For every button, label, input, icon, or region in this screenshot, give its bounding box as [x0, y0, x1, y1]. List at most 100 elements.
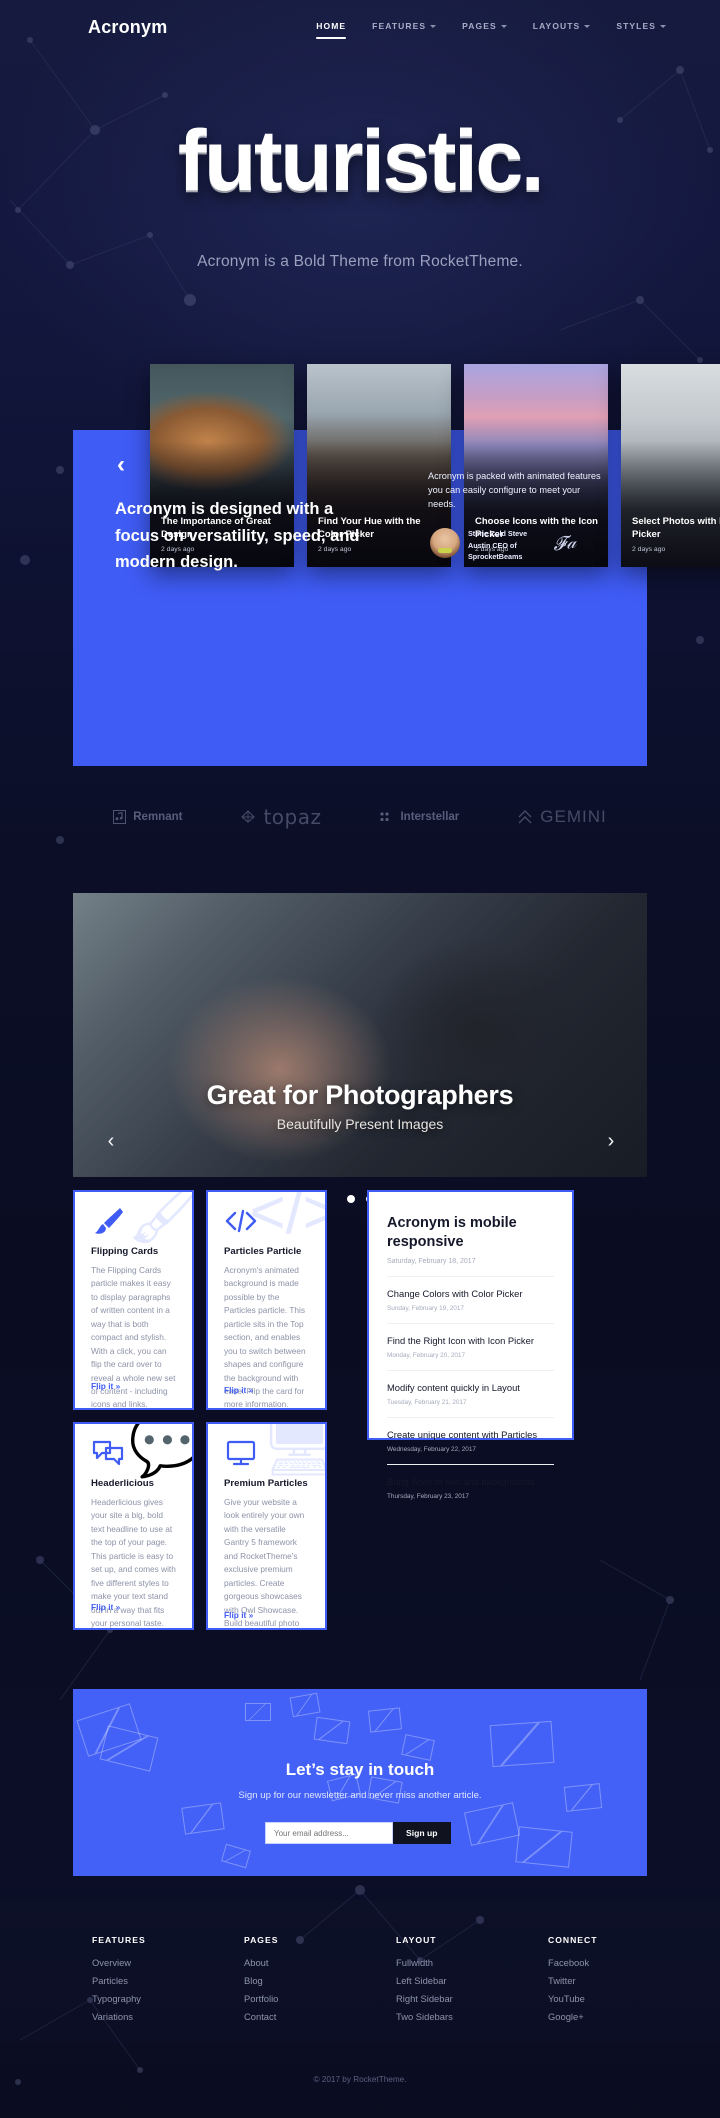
panel-body-text: Acronym is packed with animated features… — [428, 471, 601, 509]
news-item[interactable]: Find the Right Icon with Icon Picker Mon… — [387, 1323, 554, 1359]
flip-link[interactable]: Flip it » — [91, 1602, 120, 1612]
avatar — [430, 528, 460, 558]
nav-item-home[interactable]: HOME — [316, 21, 347, 39]
ghost-code-icon: </> — [249, 1190, 325, 1247]
signup-button[interactable]: Sign up — [393, 1822, 451, 1844]
envelope-icon — [289, 1692, 321, 1718]
chevrons-up-icon — [518, 809, 532, 823]
feature-card-flipping-cards[interactable]: 🖌 Flipping Cards The Flipping Cards part… — [73, 1190, 194, 1410]
footer-link[interactable]: Two Sidebars — [396, 2011, 476, 2022]
news-item-title: Bring Style to text and backgrounds — [387, 1476, 536, 1488]
footer-heading: PAGES — [244, 1935, 279, 1945]
news-item[interactable]: Bring Style to text and backgrounds Thur… — [387, 1464, 554, 1500]
brand-name: GEMINI — [540, 807, 607, 826]
news-item-date: Sunday, February 19, 2017 — [387, 1305, 464, 1313]
footer-link[interactable]: Facebook — [548, 1957, 628, 1968]
footer-link[interactable]: Google+ — [548, 2011, 628, 2022]
footer-column-connect: CONNECT Facebook Twitter YouTube Google+ — [548, 1935, 628, 2029]
photo-showcase — [73, 893, 647, 1177]
site-footer: FEATURES Overview Particles Typography V… — [0, 1935, 720, 2029]
showcase-overlay — [73, 893, 647, 1177]
copyright: © 2017 by RocketTheme. — [313, 2075, 407, 2084]
brand-logo-row: Remnant topaz Interstellar GEMINI — [0, 805, 720, 829]
envelope-icon — [313, 1716, 351, 1745]
envelope-icon — [221, 1843, 251, 1869]
showcase-prev-arrow[interactable]: ‹ — [100, 1130, 122, 1152]
hero-subtitle: Acronym is a Bold Theme from RocketTheme… — [197, 253, 523, 270]
footer-link[interactable]: Typography — [92, 1993, 172, 2004]
news-item-date: Tuesday, February 21, 2017 — [387, 1399, 467, 1407]
footer-link[interactable]: Twitter — [548, 1975, 628, 1986]
feature-card-premium-particles[interactable]: 🖥 Premium Particles Give your website a … — [206, 1422, 327, 1630]
footer-link[interactable]: Contact — [244, 2011, 324, 2022]
flip-link[interactable]: Flip it » — [91, 1381, 120, 1391]
feature-card-headerlicious[interactable]: 💬 Headerlicious Headerlicious gives your… — [73, 1422, 194, 1630]
hero-title: futuristic. — [177, 113, 545, 209]
footer-heading: FEATURES — [92, 1935, 146, 1945]
showcase-prev-button[interactable]: ‹ — [106, 450, 136, 480]
news-item[interactable]: Change Colors with Color Picker Sunday, … — [387, 1276, 554, 1312]
news-item-date: Monday, February 20, 2017 — [387, 1352, 466, 1360]
balloon-icon — [241, 810, 256, 823]
nav-item-features[interactable]: FEATURES — [372, 21, 437, 31]
footer-column-layout: LAYOUT Fullwidth Left Sidebar Right Side… — [396, 1935, 476, 2029]
flip-link[interactable]: Flip it » — [224, 1610, 253, 1620]
news-item[interactable]: Create unique content with Particles Wed… — [387, 1417, 554, 1453]
feature-card-title: Particles Particle — [224, 1246, 302, 1257]
envelope-icon — [401, 1734, 435, 1761]
newsletter-title: Let’s stay in touch — [285, 1760, 435, 1779]
news-item[interactable]: Modify content quickly in Layout Tuesday… — [387, 1370, 554, 1406]
feature-card-title: Premium Particles — [224, 1478, 308, 1489]
news-lead-title[interactable]: Acronym is mobile responsive — [387, 1214, 554, 1251]
nav-item-layouts[interactable]: LAYOUTS — [533, 21, 591, 31]
showcase-title: Great for Photographers — [206, 1080, 514, 1110]
news-lead-date: Saturday, February 18, 2017 — [387, 1258, 476, 1266]
email-input[interactable] — [265, 1822, 393, 1844]
brand-logo-remnant[interactable]: Remnant — [113, 810, 182, 824]
panel-heading: Acronym is designed with a focus on vers… — [115, 500, 360, 572]
nav-label: LAYOUTS — [532, 21, 581, 31]
footer-link[interactable]: YouTube — [548, 1993, 628, 2004]
news-item-date: Thursday, February 23, 2017 — [387, 1493, 469, 1501]
news-item-title: Modify content quickly in Layout — [387, 1382, 520, 1394]
chevron-down-icon — [660, 24, 666, 28]
footer-link[interactable]: Variations — [92, 2011, 172, 2022]
nav-label: STYLES — [616, 21, 656, 31]
newsletter-form: Sign up — [265, 1822, 451, 1844]
speech-bubbles-icon — [92, 1440, 124, 1466]
monitor-icon — [226, 1440, 256, 1466]
feature-card-title: Headerlicious — [91, 1478, 154, 1489]
footer-link[interactable]: About — [244, 1957, 324, 1968]
footer-link[interactable]: Portfolio — [244, 1993, 324, 2004]
brand-logo-interstellar[interactable]: Interstellar — [379, 811, 459, 823]
brand-name: Interstellar — [400, 811, 460, 823]
footer-link[interactable]: Overview — [92, 1957, 172, 1968]
news-item-date: Wednesday, February 22, 2017 — [387, 1446, 476, 1454]
feature-card-particles-particle[interactable]: </> Particles Particle Acronym's animate… — [206, 1190, 327, 1410]
showcase-next-arrow[interactable]: › — [600, 1130, 622, 1152]
nav-item-styles[interactable]: STYLES — [616, 21, 666, 31]
brand-logo-gemini[interactable]: GEMINI — [517, 807, 606, 827]
envelope-icon — [515, 1826, 573, 1868]
ghost-brush-icon: 🖌 — [127, 1192, 192, 1244]
brand-logo-topaz[interactable]: topaz — [240, 805, 321, 829]
envelope-icon — [181, 1802, 225, 1835]
footer-link[interactable]: Fullwidth — [396, 1957, 476, 1968]
page-root: Acronym HOME FEATURES PAGES LAYOUTS STYL… — [0, 0, 720, 2118]
brand-name: Remnant — [133, 811, 183, 823]
flip-link[interactable]: Flip it » — [224, 1385, 253, 1395]
nav-label: FEATURES — [372, 21, 427, 31]
ghost-monitor-icon: 🖥 — [260, 1424, 325, 1476]
chevron-down-icon — [430, 24, 437, 28]
footer-link[interactable]: Left Sidebar — [396, 1975, 476, 1986]
nav-item-pages[interactable]: PAGES — [462, 21, 507, 31]
news-item-title: Create unique content with Particles — [387, 1429, 538, 1441]
showcase-card[interactable]: Select Photos with File Picker 2 days ag… — [621, 364, 720, 567]
footer-link[interactable]: Right Sidebar — [396, 1993, 476, 2004]
newsletter-subtitle: Sign up for our newsletter and never mis… — [238, 1790, 482, 1801]
brand-logo[interactable]: Acronym — [88, 17, 167, 38]
footer-link[interactable]: Blog — [244, 1975, 324, 1986]
code-icon — [225, 1209, 257, 1233]
footer-link[interactable]: Particles — [92, 1975, 172, 1986]
chevron-down-icon — [584, 24, 591, 28]
